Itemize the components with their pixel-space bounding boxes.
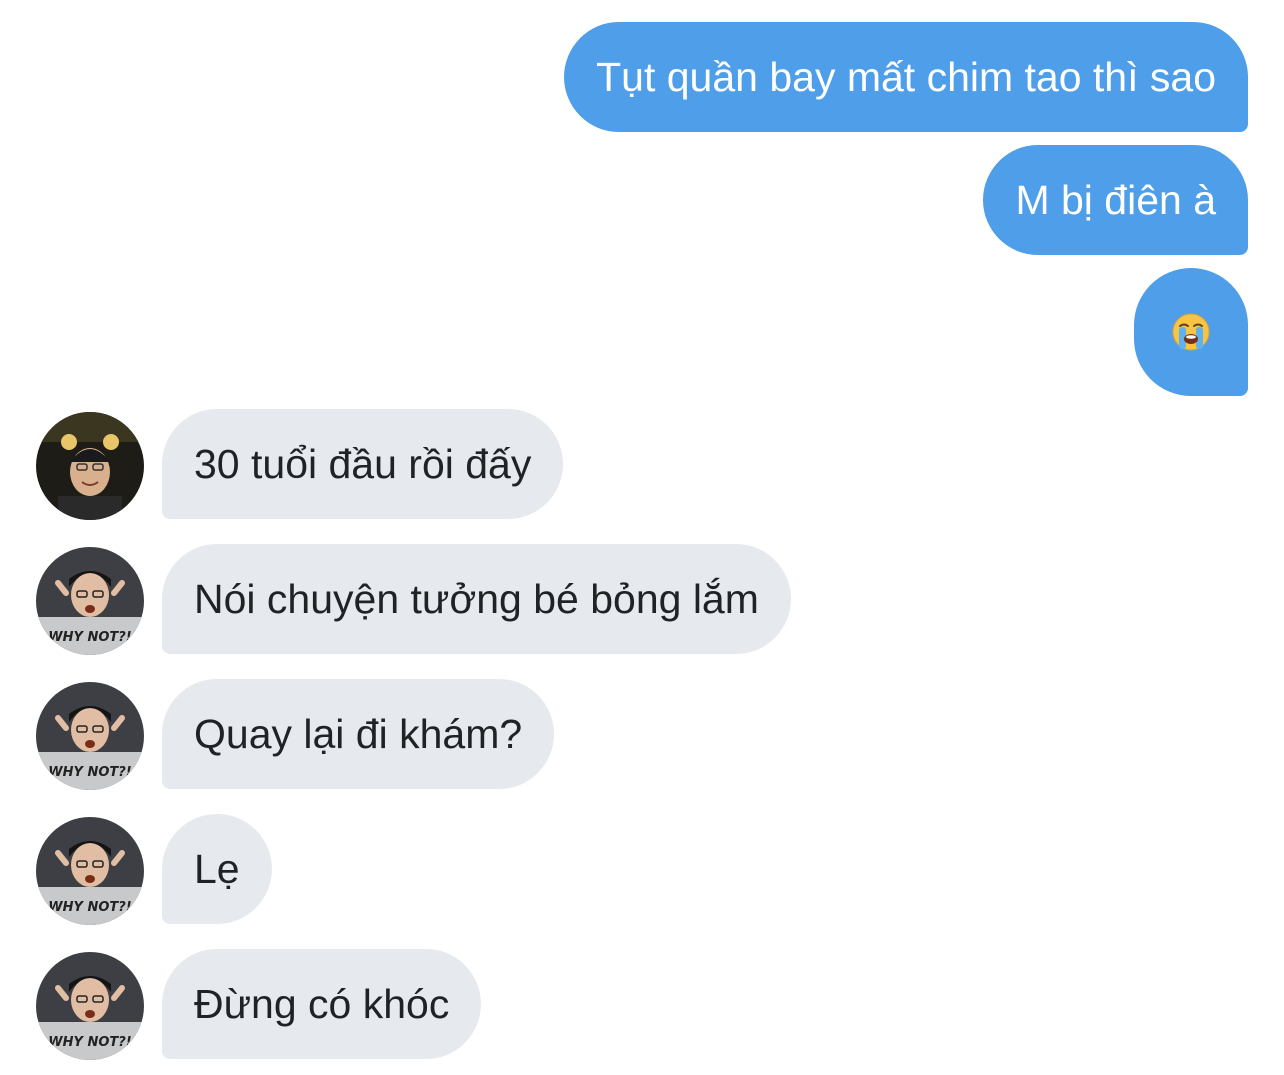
user-photo-icon: WHY NOT?!	[36, 682, 144, 790]
incoming-message-3[interactable]: Quay lại đi khám?	[162, 679, 555, 789]
avatar-user-b[interactable]: WHY NOT?!	[36, 682, 144, 790]
incoming-message-2[interactable]: Nói chuyện tưởng bé bỏng lắm	[162, 544, 791, 654]
outgoing-message-3[interactable]	[1134, 268, 1248, 396]
outgoing-message-2[interactable]: M bị điên à	[983, 145, 1248, 255]
avatar-user-b[interactable]: WHY NOT?!	[36, 817, 144, 925]
svg-text:WHY NOT?!: WHY NOT?!	[48, 630, 131, 645]
avatar-user-a[interactable]	[36, 412, 144, 520]
loudly-crying-face-icon	[1172, 313, 1210, 351]
svg-text:WHY NOT?!: WHY NOT?!	[48, 900, 131, 915]
user-photo-icon: WHY NOT?!	[36, 952, 144, 1060]
user-photo-icon: WHY NOT?!	[36, 817, 144, 925]
svg-text:WHY NOT?!: WHY NOT?!	[48, 765, 131, 780]
incoming-message-4[interactable]: Lẹ	[162, 814, 272, 924]
user-photo-icon: WHY NOT?!	[36, 547, 144, 655]
avatar-user-b[interactable]: WHY NOT?!	[36, 547, 144, 655]
svg-text:WHY NOT?!: WHY NOT?!	[48, 1035, 131, 1050]
outgoing-message-1[interactable]: Tụt quần bay mất chim tao thì sao	[564, 22, 1248, 132]
avatar-user-b[interactable]: WHY NOT?!	[36, 952, 144, 1060]
user-photo-icon	[36, 412, 144, 520]
incoming-message-5[interactable]: Đừng có khóc	[162, 949, 482, 1059]
incoming-message-1[interactable]: 30 tuổi đầu rồi đấy	[162, 409, 564, 519]
